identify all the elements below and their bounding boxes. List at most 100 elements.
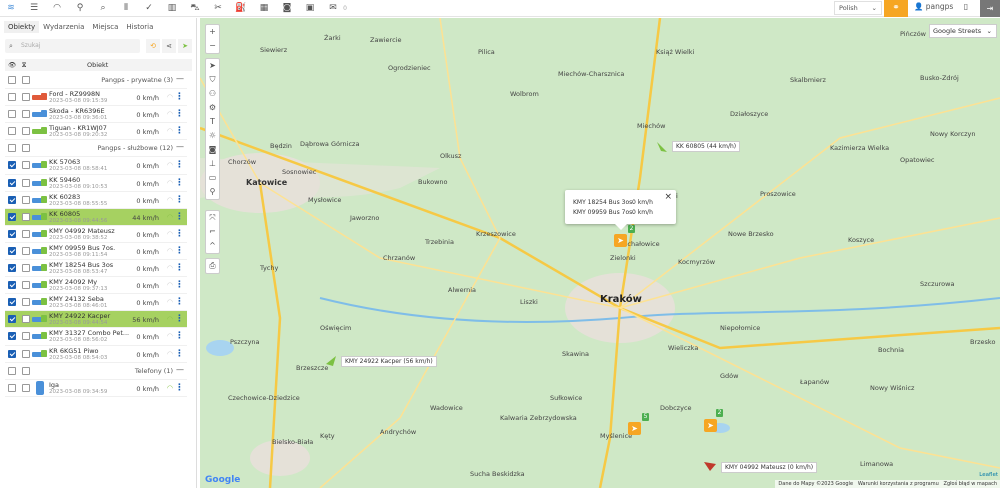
logout-button[interactable]: ⇥ [980, 0, 1000, 17]
tab-obiekty[interactable]: Obiekty [4, 21, 40, 33]
list-item[interactable]: KR 6KG51 Piwo 2023-03-08 08:54:03 0 km/h ◠ ⋮ [5, 346, 187, 363]
fullscreen-icon[interactable]: ⤧ [206, 211, 219, 225]
list-item[interactable]: Skoda - KR6396E 2023-03-08 09:36:01 0 km/h… [5, 106, 187, 124]
print-icon[interactable]: ⎙ [206, 259, 219, 273]
text-icon[interactable]: T [206, 115, 219, 129]
more-menu-icon[interactable]: ⋮ [175, 125, 184, 137]
collapse-icon[interactable]: — [176, 142, 184, 151]
list-item[interactable]: KMY 24092 My 2023-03-08 09:37:13 0 km/h ◠ ⋮ [5, 277, 187, 295]
list-item[interactable]: Tiguan - KR1WJ07 2023-03-08 09:20:32 0 km/… [5, 123, 187, 141]
check-icon[interactable]: ✓ [142, 2, 156, 15]
visible-checkbox[interactable] [8, 229, 16, 238]
more-menu-icon[interactable]: ⋮ [175, 228, 184, 240]
visible-checkbox[interactable] [8, 161, 16, 170]
vehicle-marker-kmy24922[interactable] [324, 354, 338, 368]
group-row[interactable]: Pangps - służbowe (12) — [5, 140, 187, 158]
track-checkbox[interactable] [22, 127, 30, 136]
popup-vehicle-name[interactable]: KMY 18254 Bus 3os. [573, 199, 634, 206]
refresh-button[interactable]: ⟲ [146, 39, 160, 53]
logo-icon[interactable]: ≋ [4, 2, 18, 15]
close-icon[interactable]: × [664, 192, 672, 202]
more-menu-icon[interactable]: ⋮ [175, 211, 184, 223]
visible-checkbox[interactable] [8, 93, 16, 102]
binoculars-icon[interactable]: ⚇ [206, 87, 219, 101]
list-item[interactable]: KMY 09959 Bus 7os. 2023-03-08 09:11:54 0 k… [5, 243, 187, 261]
vehicle-cluster-marker[interactable]: ➤ [704, 419, 717, 432]
popup-vehicle-name[interactable]: KMY 09959 Bus 7os. [573, 209, 634, 216]
phone-icon[interactable]: ▯ [960, 2, 972, 15]
visible-checkbox[interactable] [8, 383, 16, 392]
more-menu-icon[interactable]: ⋮ [175, 382, 184, 394]
more-menu-icon[interactable]: ⋮ [175, 313, 184, 325]
track-checkbox[interactable] [22, 144, 30, 153]
more-menu-icon[interactable]: ⋮ [175, 262, 184, 274]
car-icon[interactable]: ⛍ [188, 2, 202, 15]
tab-miejsca[interactable]: Miejsca [88, 21, 122, 33]
list-item[interactable]: KMY 31327 Combo Pet... 2023-03-08 08:56:0… [5, 328, 187, 346]
list-item[interactable]: KMY 18254 Bus 3os 2023-03-08 08:53:47 0 km… [5, 260, 187, 278]
visible-checkbox[interactable] [8, 332, 16, 341]
collapse-icon[interactable]: — [176, 74, 184, 83]
calendar-icon[interactable]: ▦ [257, 2, 271, 15]
visible-checkbox[interactable] [8, 127, 16, 136]
track-checkbox[interactable] [22, 246, 30, 255]
more-menu-icon[interactable]: ⋮ [175, 245, 184, 257]
list-item[interactable]: KMY 04992 Mateusz 2023-03-08 09:38:52 0 km… [5, 226, 187, 243]
group-row[interactable]: Pangps - prywatne (3) — [5, 72, 187, 90]
locate-button[interactable]: ➤ [178, 39, 192, 53]
track-checkbox[interactable] [22, 383, 30, 392]
zoom-in-button[interactable]: + [206, 25, 219, 39]
list-item[interactable]: Ford - RZ9998N 2023-03-08 09:15:39 0 km/h ◠… [5, 89, 187, 107]
more-menu-icon[interactable]: ⋮ [175, 296, 184, 308]
more-menu-icon[interactable]: ⋮ [175, 177, 184, 189]
visible-checkbox[interactable] [8, 178, 16, 187]
map[interactable]: Kraków Katowice Tychy Bielsko-Biała Chorzów S… [200, 18, 1000, 488]
film-icon[interactable]: ▣ [303, 2, 317, 15]
corner-icon[interactable]: ⌐ [206, 225, 219, 239]
terms-link[interactable]: Warunki korzystania z programu [858, 481, 939, 487]
collapse-icon[interactable]: — [176, 365, 184, 374]
eye-icon[interactable]: 👁 [8, 59, 16, 71]
more-menu-icon[interactable]: ⋮ [175, 194, 184, 206]
track-checkbox[interactable] [22, 332, 30, 341]
list-item[interactable]: KK 60283 2023-03-08 08:55:55 0 km/h ◠ ⋮ [5, 192, 187, 209]
track-checkbox[interactable] [22, 212, 30, 221]
fuel-icon[interactable]: ⛽ [234, 2, 248, 15]
list-item[interactable]: KK 57063 2023-03-08 08:58:41 0 km/h ◠ ⋮ [5, 157, 187, 175]
camera-icon[interactable]: ◙ [206, 143, 219, 157]
map-icon[interactable]: ▥ [165, 2, 179, 15]
more-menu-icon[interactable]: ⋮ [175, 159, 184, 171]
navigate-icon[interactable]: ➤ [206, 59, 219, 73]
more-menu-icon[interactable]: ⋮ [175, 108, 184, 120]
list-item[interactable]: KMY 24922 Kacper 2023-03-08 09:44:54 56 km… [5, 311, 187, 329]
pin-icon[interactable]: ⚲ [206, 185, 219, 199]
track-checkbox[interactable] [22, 178, 30, 187]
tab-historia[interactable]: Historia [122, 21, 157, 33]
leaflet-link[interactable]: Leaflet [979, 472, 998, 478]
camera-icon[interactable]: ◙ [280, 2, 294, 15]
visible-checkbox[interactable] [8, 366, 16, 375]
visible-checkbox[interactable] [8, 212, 16, 221]
vehicle-cluster-marker[interactable]: ➤ [628, 422, 641, 435]
map-pin-icon[interactable]: ⚲ [73, 2, 87, 15]
gear-icon[interactable]: ⚙ [206, 101, 219, 115]
visible-checkbox[interactable] [8, 144, 16, 153]
vehicle-cluster-marker[interactable]: ➤ [614, 234, 627, 247]
language-select[interactable]: Polish ⌄ [834, 1, 882, 15]
report-error-link[interactable]: Zgłoś błąd w mapach [944, 481, 997, 487]
gauge-icon[interactable]: ◠ [50, 2, 64, 15]
visible-checkbox[interactable] [8, 349, 16, 358]
zoom-out-button[interactable]: − [206, 39, 219, 53]
track-checkbox[interactable] [22, 366, 30, 375]
vehicle-marker-kk60805[interactable] [655, 140, 669, 154]
track-checkbox[interactable] [22, 281, 30, 290]
tools-icon[interactable]: ✂ [211, 2, 225, 15]
visible-checkbox[interactable] [8, 281, 16, 290]
list-item[interactable]: KMY 24132 Seba 2023-03-08 08:46:01 0 km/h ◠… [5, 294, 187, 312]
track-checkbox[interactable] [22, 195, 30, 204]
footprints-icon[interactable]: ⴵ [22, 59, 26, 71]
track-checkbox[interactable] [22, 315, 30, 324]
more-menu-icon[interactable]: ⋮ [175, 91, 184, 103]
track-checkbox[interactable] [22, 349, 30, 358]
track-checkbox[interactable] [22, 161, 30, 170]
